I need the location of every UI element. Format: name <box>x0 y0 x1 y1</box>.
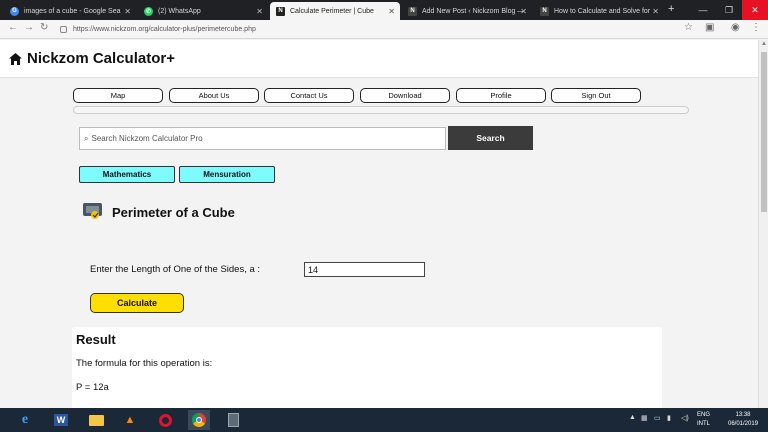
chrome-icon[interactable] <box>188 410 210 430</box>
category-mathematics-button[interactable]: Mathematics <box>79 166 175 183</box>
clock-time: 13:38 <box>735 412 751 418</box>
close-window-icon[interactable]: ✕ <box>742 0 768 20</box>
opera-icon[interactable] <box>154 410 176 430</box>
close-tab-icon[interactable]: ✕ <box>124 7 131 16</box>
browser-tab-title: images of a cube - Google Sea <box>24 7 121 15</box>
system-clock[interactable]: 13:38 06/01/2019 <box>728 411 758 429</box>
input-language[interactable]: ENG INTL <box>697 411 710 429</box>
home-icon <box>9 52 22 65</box>
close-tab-icon[interactable]: ✕ <box>520 7 527 16</box>
nav-divider <box>73 106 689 114</box>
lock-icon <box>60 26 67 33</box>
browser-tab[interactable]: N How to Calculate and Solve for ✕ <box>534 2 664 20</box>
back-icon[interactable]: ← <box>8 22 18 33</box>
result-formula: P = 12a <box>76 382 109 393</box>
browser-toolbar: ← → ↻ https://www.nickzom.org/calculator… <box>0 20 768 39</box>
extension-icon[interactable]: ▣ <box>705 22 714 33</box>
menu-icon[interactable]: ⋮ <box>751 22 761 33</box>
reload-icon[interactable]: ↻ <box>40 22 48 33</box>
nickzom-icon: N <box>276 6 285 16</box>
nav-download-button[interactable]: Download <box>360 88 450 103</box>
nickzom-icon: N <box>408 6 417 16</box>
browser-tab-title: (2) WhatsApp <box>158 7 201 15</box>
calculator-cube-icon <box>83 203 102 219</box>
search-placeholder: Search Nickzom Calculator Pro <box>91 134 203 143</box>
browser-tab[interactable]: G images of a cube - Google Sea ✕ <box>4 2 136 20</box>
close-tab-icon[interactable]: ✕ <box>388 7 395 16</box>
side-length-input[interactable]: 14 <box>304 262 425 277</box>
search-input[interactable]: ⌕ Search Nickzom Calculator Pro <box>79 127 446 150</box>
language-code: ENG <box>697 412 711 418</box>
volume-icon[interactable]: ◁) <box>681 414 689 422</box>
side-length-label: Enter the Length of One of the Sides, a … <box>90 264 261 275</box>
page-viewport: Nickzom Calculator+ Map About Us Contact… <box>0 40 758 408</box>
browser-tab-strip: G images of a cube - Google Sea ✕ ✆ (2) … <box>0 0 768 20</box>
maximize-icon[interactable]: ❐ <box>716 0 742 20</box>
vlc-icon[interactable]: ▲ <box>119 410 141 430</box>
nav-map-button[interactable]: Map <box>73 88 163 103</box>
calculator-icon[interactable] <box>222 410 244 430</box>
search-icon: ⌕ <box>84 133 89 143</box>
word-icon[interactable]: W <box>50 410 72 430</box>
tray-expand-icon[interactable]: ▲ <box>629 414 636 421</box>
page-title: Perimeter of a Cube <box>112 205 235 220</box>
calculate-button[interactable]: Calculate <box>90 293 184 313</box>
close-tab-icon[interactable]: ✕ <box>256 7 263 16</box>
clock-date: 06/01/2019 <box>728 421 759 427</box>
site-logo-text: Nickzom Calculator+ <box>27 50 175 67</box>
url-text: https://www.nickzom.org/calculator-plus/… <box>73 26 256 33</box>
minimize-icon[interactable]: — <box>690 0 716 20</box>
nav-profile-button[interactable]: Profile <box>456 88 546 103</box>
site-header: Nickzom Calculator+ <box>0 40 758 78</box>
keyboard-layout: INTL <box>697 421 711 427</box>
scroll-up-icon[interactable]: ▲ <box>761 41 767 47</box>
browser-tab-active[interactable]: N Calculate Perimeter | Cube ✕ <box>270 2 400 20</box>
bookmark-star-icon[interactable]: ☆ <box>684 22 693 33</box>
browser-tab-title: Calculate Perimeter | Cube <box>290 7 374 15</box>
category-mensuration-button[interactable]: Mensuration <box>179 166 275 183</box>
result-heading: Result <box>76 332 116 347</box>
nav-signout-button[interactable]: Sign Out <box>551 88 641 103</box>
browser-tab[interactable]: ✆ (2) WhatsApp ✕ <box>138 2 268 20</box>
browser-tab[interactable]: N Add New Post ‹ Nickzom Blog — ✕ <box>402 2 532 20</box>
search-button[interactable]: Search <box>448 126 533 150</box>
nav-about-button[interactable]: About Us <box>169 88 259 103</box>
file-explorer-icon[interactable] <box>85 410 107 430</box>
site-logo[interactable]: Nickzom Calculator+ <box>9 50 175 67</box>
internet-explorer-icon[interactable]: e <box>14 410 36 430</box>
close-tab-icon[interactable]: ✕ <box>652 7 659 16</box>
browser-tab-title: How to Calculate and Solve for <box>554 7 651 15</box>
forward-icon[interactable]: → <box>24 22 34 33</box>
notification-icon[interactable]: ▭ <box>654 414 661 422</box>
page-scrollbar[interactable]: ▲ <box>758 40 768 408</box>
network-icon[interactable]: ▮ <box>667 414 671 422</box>
account-icon[interactable]: ◉ <box>731 22 740 33</box>
nickzom-icon: N <box>540 6 549 16</box>
browser-tab-title: Add New Post ‹ Nickzom Blog — <box>422 7 525 15</box>
tray-app-icon[interactable]: ▦ <box>641 414 648 422</box>
google-icon: G <box>10 6 19 16</box>
address-bar[interactable]: https://www.nickzom.org/calculator-plus/… <box>60 22 700 37</box>
result-formula-intro: The formula for this operation is: <box>76 358 213 369</box>
result-panel: Result The formula for this operation is… <box>72 327 662 408</box>
new-tab-icon[interactable]: + <box>668 3 674 15</box>
nav-contact-button[interactable]: Contact Us <box>264 88 354 103</box>
scroll-thumb[interactable] <box>761 52 767 212</box>
whatsapp-icon: ✆ <box>144 6 153 16</box>
windows-taskbar: e W ▲ ▲ ▦ ▭ ▮ ◁) ENG INTL 13:38 06/01/20… <box>0 408 768 432</box>
